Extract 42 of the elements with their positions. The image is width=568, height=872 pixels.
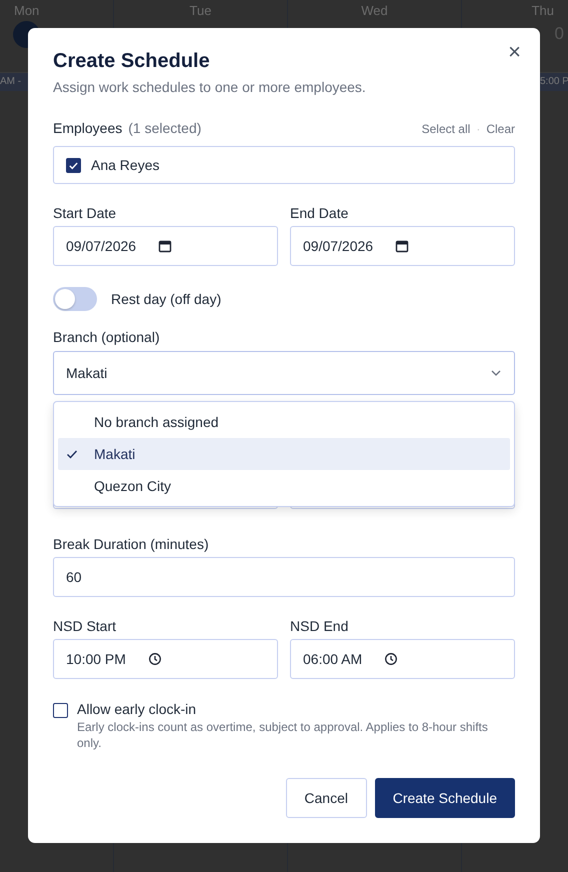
cancel-button[interactable]: Cancel <box>286 778 367 818</box>
checkbox[interactable] <box>66 158 81 172</box>
dialog-title: Create Schedule <box>53 50 211 73</box>
input-field[interactable]: 09/07/2026 <box>290 226 515 266</box>
field-label: Employees <box>53 120 122 136</box>
calendar-icon <box>158 239 172 253</box>
calendar-icon <box>395 239 410 253</box>
shift-bar: AM - <box>0 73 28 91</box>
dropdown-option[interactable]: Makati <box>58 438 510 470</box>
hint-text: Early clock-ins count as overtime, subject to approval. Applies to 8-hour shifts only. <box>77 719 489 751</box>
field-label: NSD Start <box>53 618 118 634</box>
action-link[interactable]: Select all <box>422 122 470 136</box>
day-label: Wed <box>361 3 388 18</box>
close-button[interactable]: × <box>506 41 523 63</box>
check-icon <box>66 448 78 460</box>
day-label: Thu <box>532 3 554 18</box>
field-label: NSD End <box>290 618 350 634</box>
employee-name: Ana Reyes <box>91 157 160 173</box>
field-label: Branch (optional) <box>53 329 161 345</box>
selected-count: (1 selected) <box>128 120 202 136</box>
day-label: Mon <box>14 3 40 18</box>
field-label: Break Duration (minutes) <box>53 536 210 552</box>
separator-dot: · <box>476 122 480 136</box>
clock-icon <box>148 652 162 666</box>
toggle-label: Rest day (off day) <box>111 291 222 307</box>
checkbox-label: Allow early clock-in <box>77 701 198 717</box>
field-label: Start Date <box>53 205 118 221</box>
checkbox[interactable] <box>53 703 68 718</box>
clock-icon <box>384 652 398 666</box>
branch-select[interactable]: Makati <box>53 351 515 395</box>
input-field[interactable]: 06:00 AM <box>290 639 515 679</box>
dialog-subtitle: Assign work schedules to one or more employees. <box>53 79 367 95</box>
day-label: Tue <box>190 3 212 18</box>
action-link[interactable]: Clear <box>486 122 515 136</box>
field-label: End Date <box>290 205 350 221</box>
dropdown-option[interactable]: No branch assigned <box>58 406 510 438</box>
input-field[interactable]: 09/07/2026 <box>53 226 278 266</box>
toggle-switch[interactable] <box>53 287 97 311</box>
create-button[interactable]: Create Schedule <box>374 778 515 818</box>
dropdown-option[interactable]: Quezon City <box>58 470 510 502</box>
input-field[interactable]: 10:00 PM <box>53 639 278 679</box>
input-field[interactable]: 60 <box>53 557 515 597</box>
